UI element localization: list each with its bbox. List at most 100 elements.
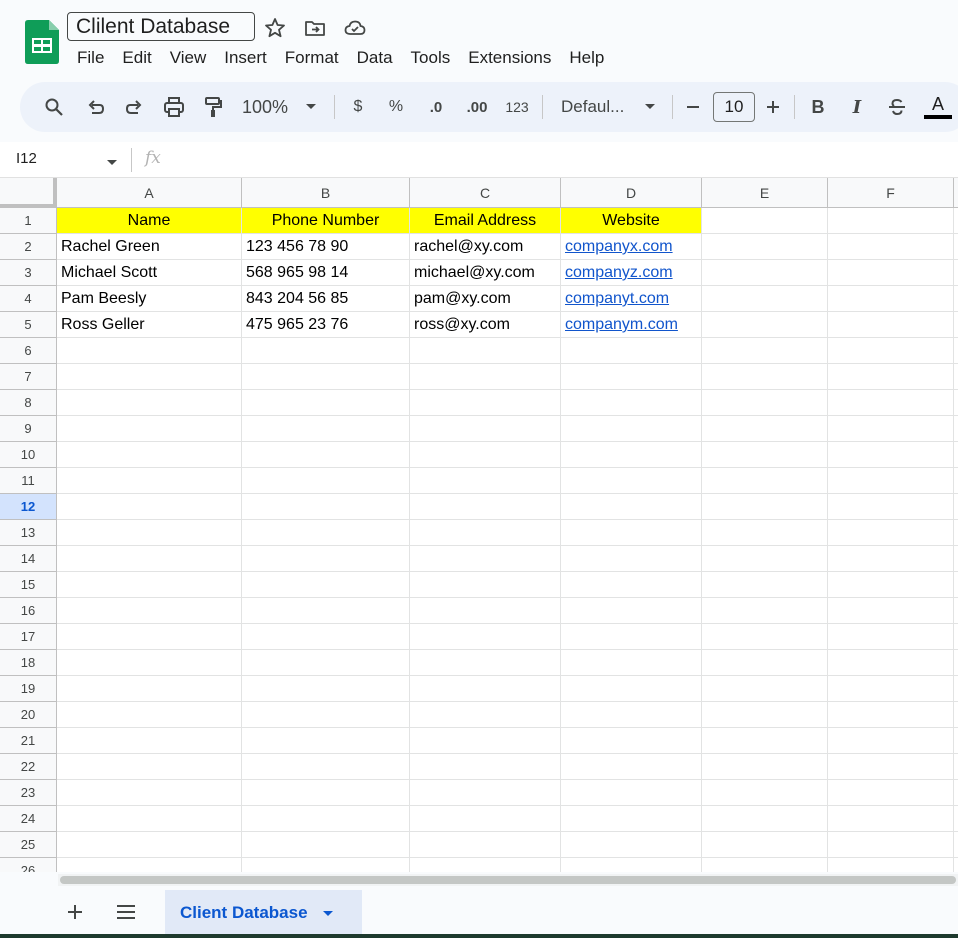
row-header[interactable]: 24: [0, 806, 57, 832]
empty-cell[interactable]: [828, 624, 954, 650]
empty-cell[interactable]: [242, 572, 410, 598]
empty-cell[interactable]: [57, 624, 242, 650]
scrollbar-thumb[interactable]: [60, 876, 956, 884]
cell-a5[interactable]: Ross Geller: [57, 312, 242, 338]
row-header[interactable]: 11: [0, 468, 57, 494]
row-header[interactable]: 18: [0, 650, 57, 676]
empty-cell[interactable]: [702, 442, 828, 468]
empty-cell[interactable]: [57, 832, 242, 858]
empty-cell[interactable]: [561, 546, 702, 572]
empty-cell[interactable]: [828, 572, 954, 598]
empty-cell[interactable]: [954, 520, 958, 546]
menu-view[interactable]: View: [161, 46, 216, 70]
empty-cell[interactable]: [57, 676, 242, 702]
empty-cell[interactable]: [702, 416, 828, 442]
empty-cell[interactable]: [828, 208, 954, 234]
menu-tools[interactable]: Tools: [402, 46, 460, 70]
empty-cell[interactable]: [828, 468, 954, 494]
empty-cell[interactable]: [561, 754, 702, 780]
cell-a3[interactable]: Michael Scott: [57, 260, 242, 286]
empty-cell[interactable]: [702, 702, 828, 728]
empty-cell[interactable]: [702, 676, 828, 702]
empty-cell[interactable]: [828, 702, 954, 728]
empty-cell[interactable]: [57, 754, 242, 780]
empty-cell[interactable]: [954, 390, 958, 416]
row-header[interactable]: 25: [0, 832, 57, 858]
row-header[interactable]: 19: [0, 676, 57, 702]
empty-cell[interactable]: [828, 442, 954, 468]
empty-cell[interactable]: [561, 702, 702, 728]
cell-b5[interactable]: 475 965 23 76: [242, 312, 410, 338]
search-icon[interactable]: [42, 94, 66, 120]
empty-cell[interactable]: [242, 364, 410, 390]
empty-cell[interactable]: [57, 416, 242, 442]
empty-cell[interactable]: [57, 702, 242, 728]
empty-cell[interactable]: [702, 598, 828, 624]
cell-b3[interactable]: 568 965 98 14: [242, 260, 410, 286]
empty-cell[interactable]: [57, 598, 242, 624]
empty-cell[interactable]: [954, 572, 958, 598]
sheet-tab-client-database[interactable]: Client Database: [165, 890, 362, 935]
empty-cell[interactable]: [828, 858, 954, 872]
empty-cell[interactable]: [57, 806, 242, 832]
column-header-partial[interactable]: [954, 178, 958, 208]
empty-cell[interactable]: [954, 234, 958, 260]
redo-icon[interactable]: [122, 94, 146, 120]
row-header[interactable]: 4: [0, 286, 57, 312]
empty-cell[interactable]: [828, 598, 954, 624]
strikethrough-icon[interactable]: [886, 94, 908, 120]
empty-cell[interactable]: [242, 754, 410, 780]
empty-cell[interactable]: [242, 832, 410, 858]
cloud-saved-icon[interactable]: [343, 16, 367, 40]
horizontal-scrollbar[interactable]: [58, 874, 958, 886]
bold-button[interactable]: B: [808, 94, 828, 120]
row-header[interactable]: 23: [0, 780, 57, 806]
empty-cell[interactable]: [954, 286, 958, 312]
cell-d1[interactable]: Website: [561, 208, 702, 234]
empty-cell[interactable]: [57, 650, 242, 676]
empty-cell[interactable]: [242, 598, 410, 624]
empty-cell[interactable]: [561, 494, 702, 520]
empty-cell[interactable]: [702, 754, 828, 780]
empty-cell[interactable]: [954, 416, 958, 442]
menu-help[interactable]: Help: [560, 46, 613, 70]
row-header[interactable]: 17: [0, 624, 57, 650]
cell-b2[interactable]: 123 456 78 90: [242, 234, 410, 260]
font-family-select[interactable]: Defaul...: [561, 94, 633, 120]
zoom-caret-icon[interactable]: [304, 94, 318, 120]
row-header[interactable]: 14: [0, 546, 57, 572]
empty-cell[interactable]: [954, 728, 958, 754]
empty-cell[interactable]: [57, 858, 242, 872]
zoom-select[interactable]: 100%: [242, 94, 294, 120]
empty-cell[interactable]: [561, 364, 702, 390]
undo-icon[interactable]: [84, 94, 108, 120]
empty-cell[interactable]: [702, 312, 828, 338]
empty-cell[interactable]: [954, 260, 958, 286]
empty-cell[interactable]: [410, 598, 561, 624]
empty-cell[interactable]: [954, 338, 958, 364]
empty-cell[interactable]: [954, 676, 958, 702]
empty-cell[interactable]: [954, 494, 958, 520]
row-header[interactable]: 12: [0, 494, 57, 520]
empty-cell[interactable]: [828, 234, 954, 260]
empty-cell[interactable]: [828, 260, 954, 286]
menu-extensions[interactable]: Extensions: [459, 46, 560, 70]
italic-button[interactable]: I: [847, 94, 867, 120]
empty-cell[interactable]: [702, 650, 828, 676]
empty-cell[interactable]: [828, 806, 954, 832]
cell-c1[interactable]: Email Address: [410, 208, 561, 234]
empty-cell[interactable]: [410, 780, 561, 806]
empty-cell[interactable]: [954, 650, 958, 676]
number-format-button[interactable]: 123: [502, 94, 532, 120]
empty-cell[interactable]: [57, 546, 242, 572]
empty-cell[interactable]: [242, 728, 410, 754]
empty-cell[interactable]: [828, 676, 954, 702]
menu-format[interactable]: Format: [276, 46, 348, 70]
empty-cell[interactable]: [702, 572, 828, 598]
empty-cell[interactable]: [954, 364, 958, 390]
empty-cell[interactable]: [702, 806, 828, 832]
cell-d5-link[interactable]: companym.com: [561, 312, 702, 338]
empty-cell[interactable]: [242, 390, 410, 416]
empty-cell[interactable]: [561, 598, 702, 624]
empty-cell[interactable]: [561, 806, 702, 832]
